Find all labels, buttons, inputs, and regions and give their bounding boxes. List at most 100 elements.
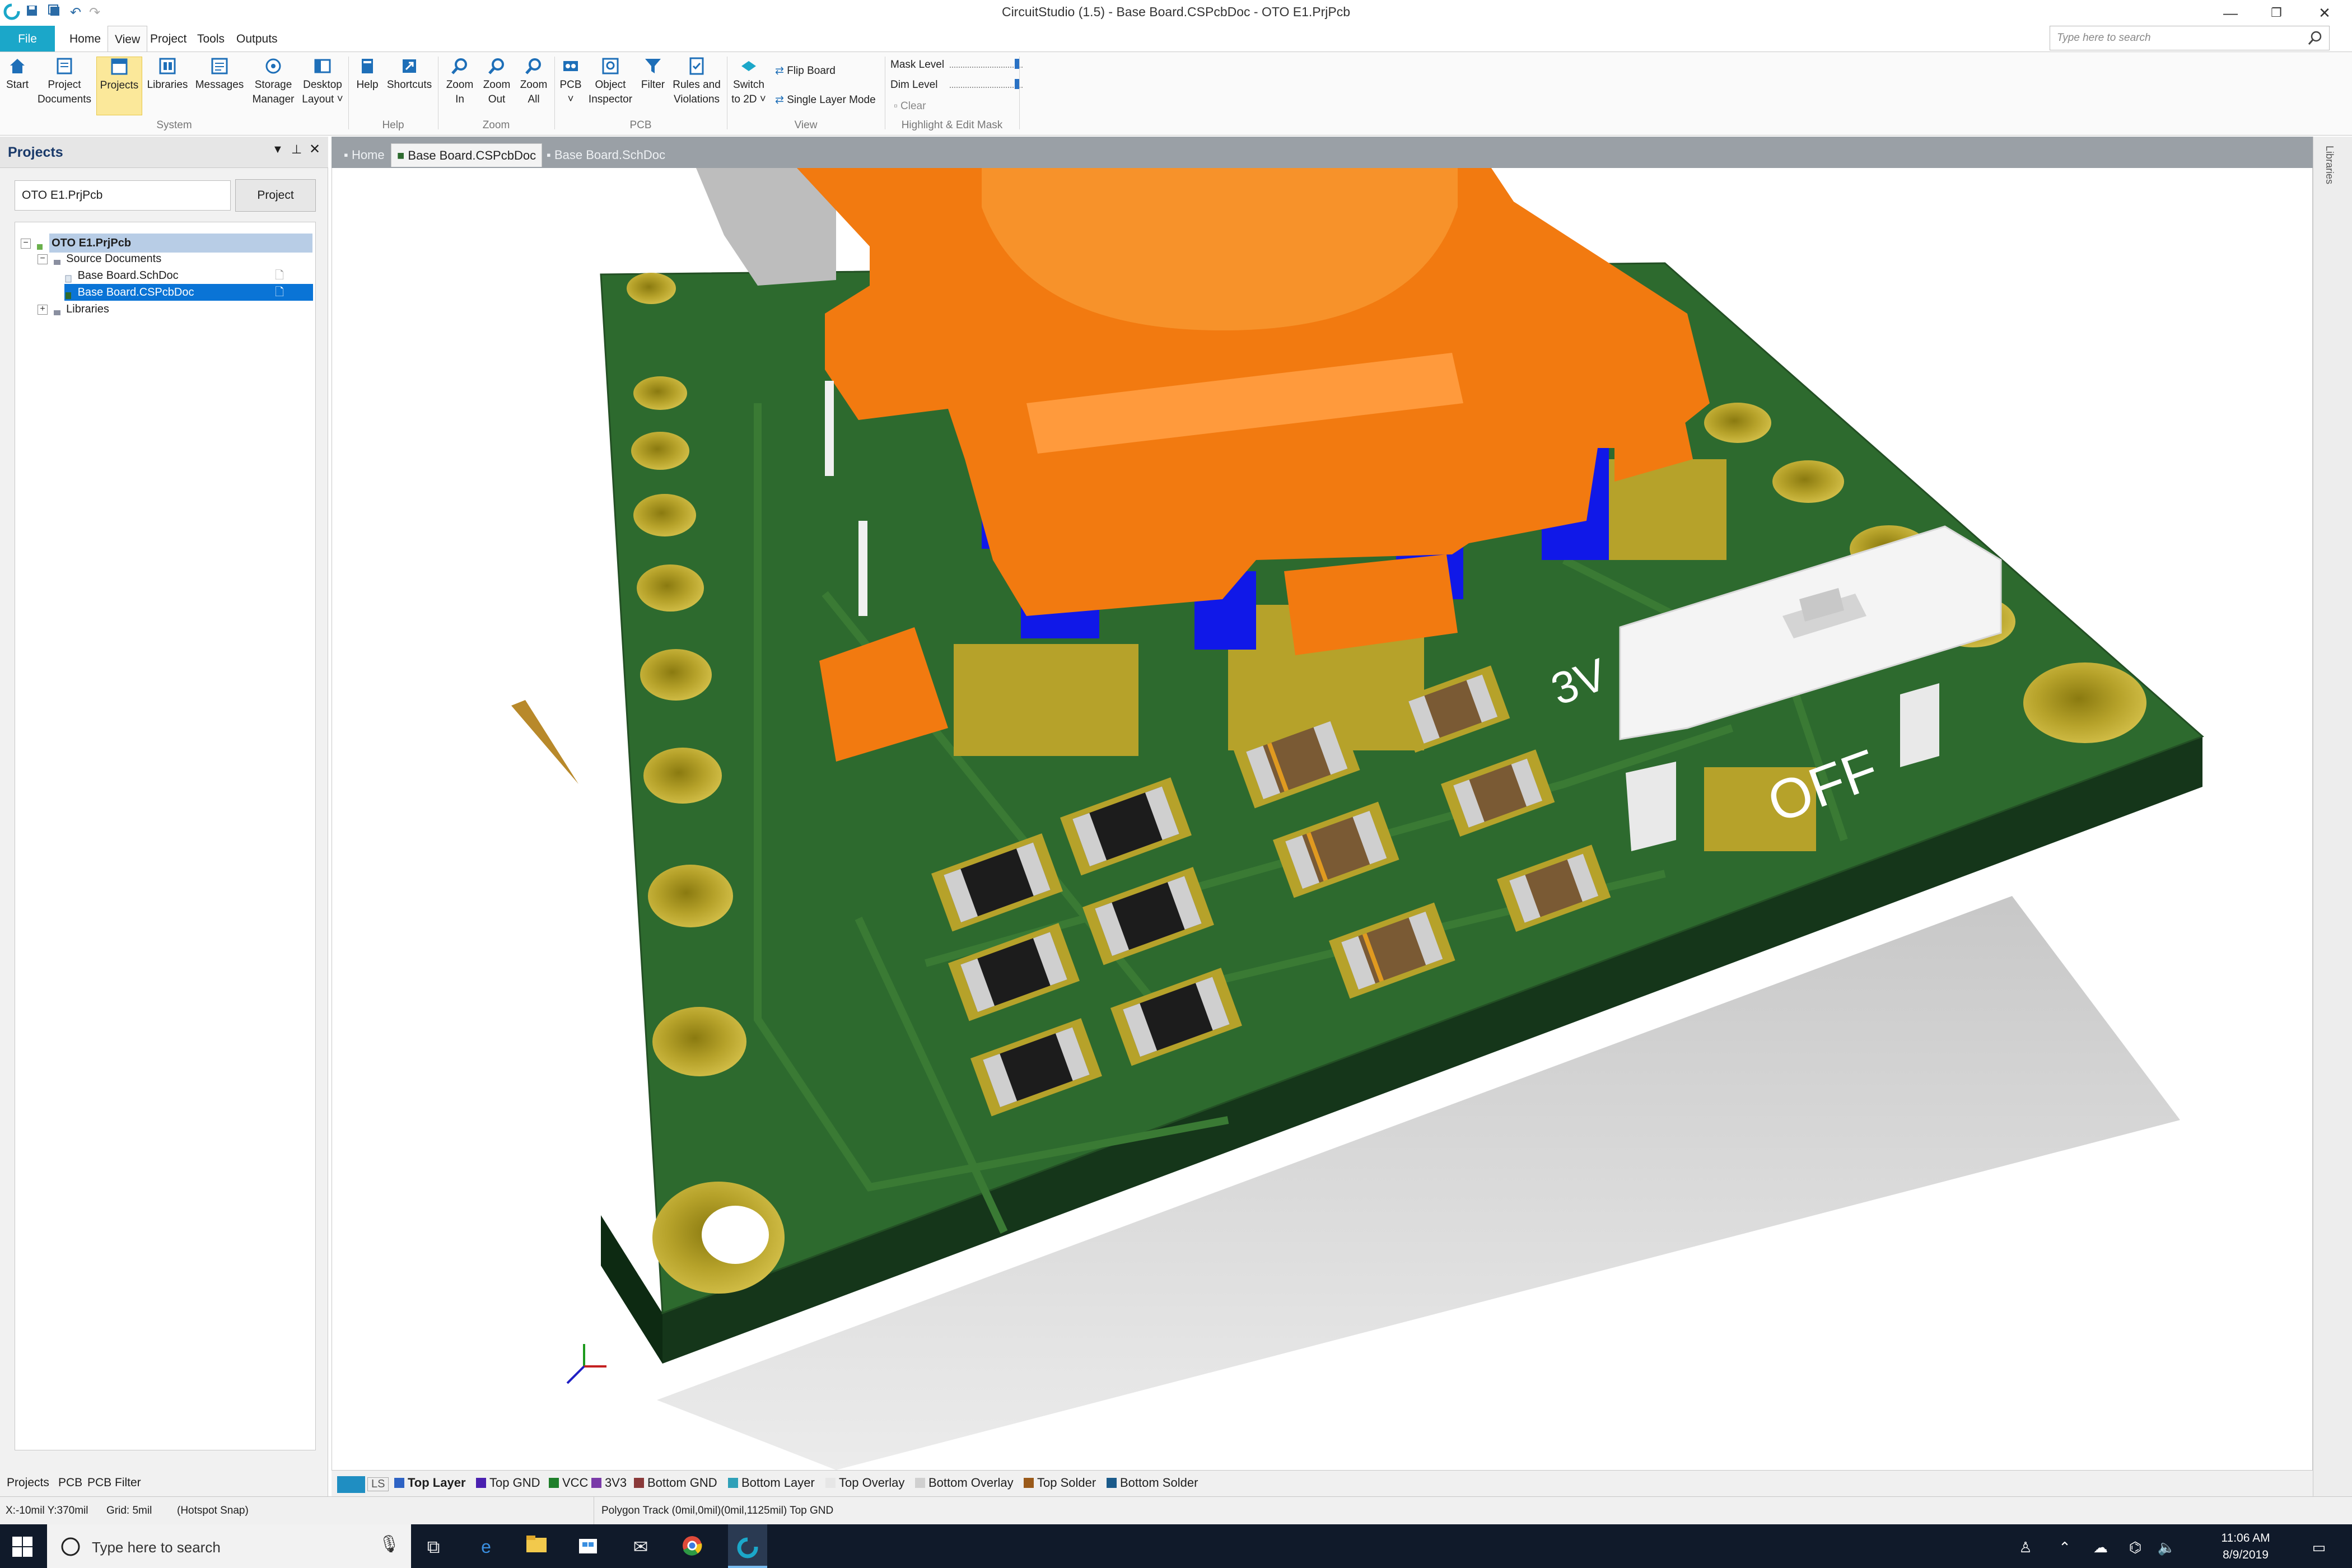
layer-tab-bottom-solder[interactable]: Bottom Solder [1107, 1476, 1198, 1490]
cursor-coordinates: X:-10mil Y:370mil [6, 1505, 88, 1516]
chrome-icon[interactable] [680, 1534, 704, 1559]
doc-tab-sch[interactable]: ▪ Base Board.SchDoc [541, 143, 671, 167]
pcb-button[interactable]: PCB ˅ [557, 57, 585, 115]
tab-project[interactable]: Project [143, 26, 193, 52]
layer-tab-top-gnd[interactable]: Top GND [476, 1476, 540, 1490]
tree-root-row[interactable]: − OTO E1.PrjPcb [21, 234, 313, 253]
libraries-button[interactable]: Libraries [144, 57, 190, 115]
tray-expand-icon[interactable]: ⌃ [2055, 1538, 2074, 1557]
layer-tab-top-layer[interactable]: Top Layer [394, 1476, 466, 1490]
file-explorer-icon[interactable] [524, 1534, 549, 1559]
switch-2d-icon [739, 57, 759, 77]
panel-tab-pcb-filter[interactable]: PCB Filter [87, 1476, 141, 1490]
layer-tab-bottom-layer[interactable]: Bottom Layer [728, 1476, 815, 1490]
group-view: View [794, 119, 818, 131]
zoom-out-button[interactable]: Zoom Out [479, 57, 514, 115]
doc-tab-home[interactable]: ▪ Home [338, 143, 390, 167]
home-icon [7, 57, 27, 77]
microphone-icon[interactable]: 🎙 [379, 1534, 400, 1554]
taskbar-search[interactable]: Type here to search 🎙 [47, 1524, 411, 1568]
mask-level-slider[interactable] [950, 67, 1023, 70]
single-layer-mode-button[interactable]: ⇄ Single Layer Mode [775, 94, 876, 106]
doc-status-icon: 🗋 [275, 286, 284, 298]
tab-outputs[interactable]: Outputs [230, 26, 284, 52]
circuitstudio-taskbar-icon[interactable] [728, 1524, 767, 1568]
collapse-icon[interactable]: − [38, 254, 48, 264]
panel-close-icon[interactable]: ✕ [309, 141, 320, 157]
project-documents-button[interactable]: Project Documents [34, 57, 95, 115]
doc-tab-pcb[interactable]: ■ Base Board.CSPcbDoc [391, 143, 543, 167]
file-menu[interactable]: File [0, 26, 55, 52]
libraries-side-tab[interactable]: Libraries [2323, 146, 2335, 184]
libraries-row[interactable]: + Libraries [38, 301, 109, 318]
panel-menu-icon[interactable]: ▼ [272, 143, 283, 156]
group-system: System [156, 119, 192, 131]
volume-icon[interactable]: 🔈 [2157, 1538, 2176, 1557]
panel-tab-pcb[interactable]: PCB [58, 1476, 82, 1490]
start-button[interactable]: Start [3, 57, 31, 115]
panel-tab-projects[interactable]: Projects [7, 1476, 49, 1490]
pin-icon[interactable]: ⊥ [291, 142, 302, 157]
project-button[interactable]: Project [235, 179, 316, 212]
source-documents-row[interactable]: − Source Documents [38, 250, 161, 267]
layer-tab-top-solder[interactable]: Top Solder [1024, 1476, 1096, 1490]
project-name-field[interactable]: OTO E1.PrjPcb [15, 180, 231, 211]
mail-icon[interactable]: ✉ [628, 1534, 653, 1559]
clear-mask-button[interactable]: ▫ Clear [894, 100, 926, 113]
collapse-icon[interactable]: − [21, 238, 31, 249]
messages-button[interactable]: Messages [193, 57, 246, 115]
flip-board-icon: ⇄ [775, 65, 784, 77]
pcb-3d-viewport[interactable]: OFF 3V [332, 168, 2313, 1470]
switch-to-2d-button[interactable]: Switch to 2D ˅ [730, 57, 767, 115]
dim-level-thumb[interactable] [1015, 79, 1019, 89]
projects-button[interactable]: Projects [96, 57, 142, 115]
search-input[interactable]: Type here to search [2050, 26, 2330, 50]
network-icon[interactable]: ⌬ [2126, 1538, 2145, 1557]
windows-start-icon[interactable] [11, 1536, 35, 1559]
tab-view[interactable]: View [108, 26, 148, 52]
minimize-button[interactable]: — [2205, 0, 2256, 26]
zoom-all-button[interactable]: Zoom All [516, 57, 551, 115]
layer-tab-bottom-overlay[interactable]: Bottom Overlay [915, 1476, 1014, 1490]
sch-doc-row[interactable]: Base Board.SchDoc 🗋 [64, 267, 311, 284]
storage-manager-button[interactable]: Storage Manager [249, 57, 298, 115]
zoom-in-button[interactable]: Zoom In [442, 57, 477, 115]
status-bar: X:-10mil Y:370mil Grid: 5mil (Hotspot Sn… [0, 1496, 2352, 1525]
edge-browser-icon[interactable]: e [474, 1534, 498, 1559]
layer-tab-top-overlay[interactable]: Top Overlay [825, 1476, 904, 1490]
mask-level-label: Mask Level [890, 59, 945, 71]
mask-level-thumb[interactable] [1015, 59, 1019, 69]
expand-icon[interactable]: + [38, 304, 48, 315]
dim-level-slider[interactable] [950, 87, 1023, 90]
layer-tab-3v3[interactable]: 3V3 [591, 1476, 627, 1490]
notifications-icon[interactable]: ▭ [2309, 1538, 2328, 1557]
flip-board-button[interactable]: ⇄ Flip Board [775, 64, 836, 77]
people-icon[interactable]: ♙ [2016, 1538, 2035, 1557]
filter-button[interactable]: Filter [637, 57, 669, 115]
panel-tabs: Projects PCB PCB Filter [0, 1468, 328, 1496]
store-icon[interactable] [576, 1534, 600, 1559]
restore-button[interactable]: ❐ [2251, 0, 2302, 26]
rules-violations-button[interactable]: Rules and Violations [670, 57, 724, 115]
layer-color-indicator[interactable] [337, 1476, 365, 1493]
object-inspector-button[interactable]: Object Inspector [586, 57, 635, 115]
system-clock[interactable]: 11:06 AM 8/9/2019 [2206, 1530, 2285, 1564]
tab-tools[interactable]: Tools [190, 26, 231, 52]
help-button[interactable]: Help [352, 57, 383, 115]
search-icon[interactable] [2307, 30, 2324, 47]
tab-home[interactable]: Home [63, 26, 108, 52]
task-view-icon[interactable]: ⧉ [421, 1534, 446, 1559]
home-tab-icon: ▪ [344, 148, 348, 162]
layer-tab-bottom-gnd[interactable]: Bottom GND [634, 1476, 717, 1490]
shortcuts-button[interactable]: Shortcuts [385, 57, 433, 115]
pcb-doc-row[interactable]: Base Board.CSPcbDoc 🗋 [64, 284, 313, 301]
layer-set-button[interactable]: LS [367, 1477, 389, 1491]
pcb-label: PCB [559, 79, 582, 91]
zoom-out-icon [487, 57, 507, 77]
zoom-in-icon [450, 57, 470, 77]
layer-tab-vcc[interactable]: VCC [549, 1476, 588, 1490]
desktop-layout-button[interactable]: Desktop Layout ˅ [300, 57, 345, 115]
filter-icon [643, 57, 663, 77]
onedrive-icon[interactable]: ☁ [2091, 1538, 2110, 1557]
close-button[interactable]: ✕ [2299, 0, 2350, 26]
